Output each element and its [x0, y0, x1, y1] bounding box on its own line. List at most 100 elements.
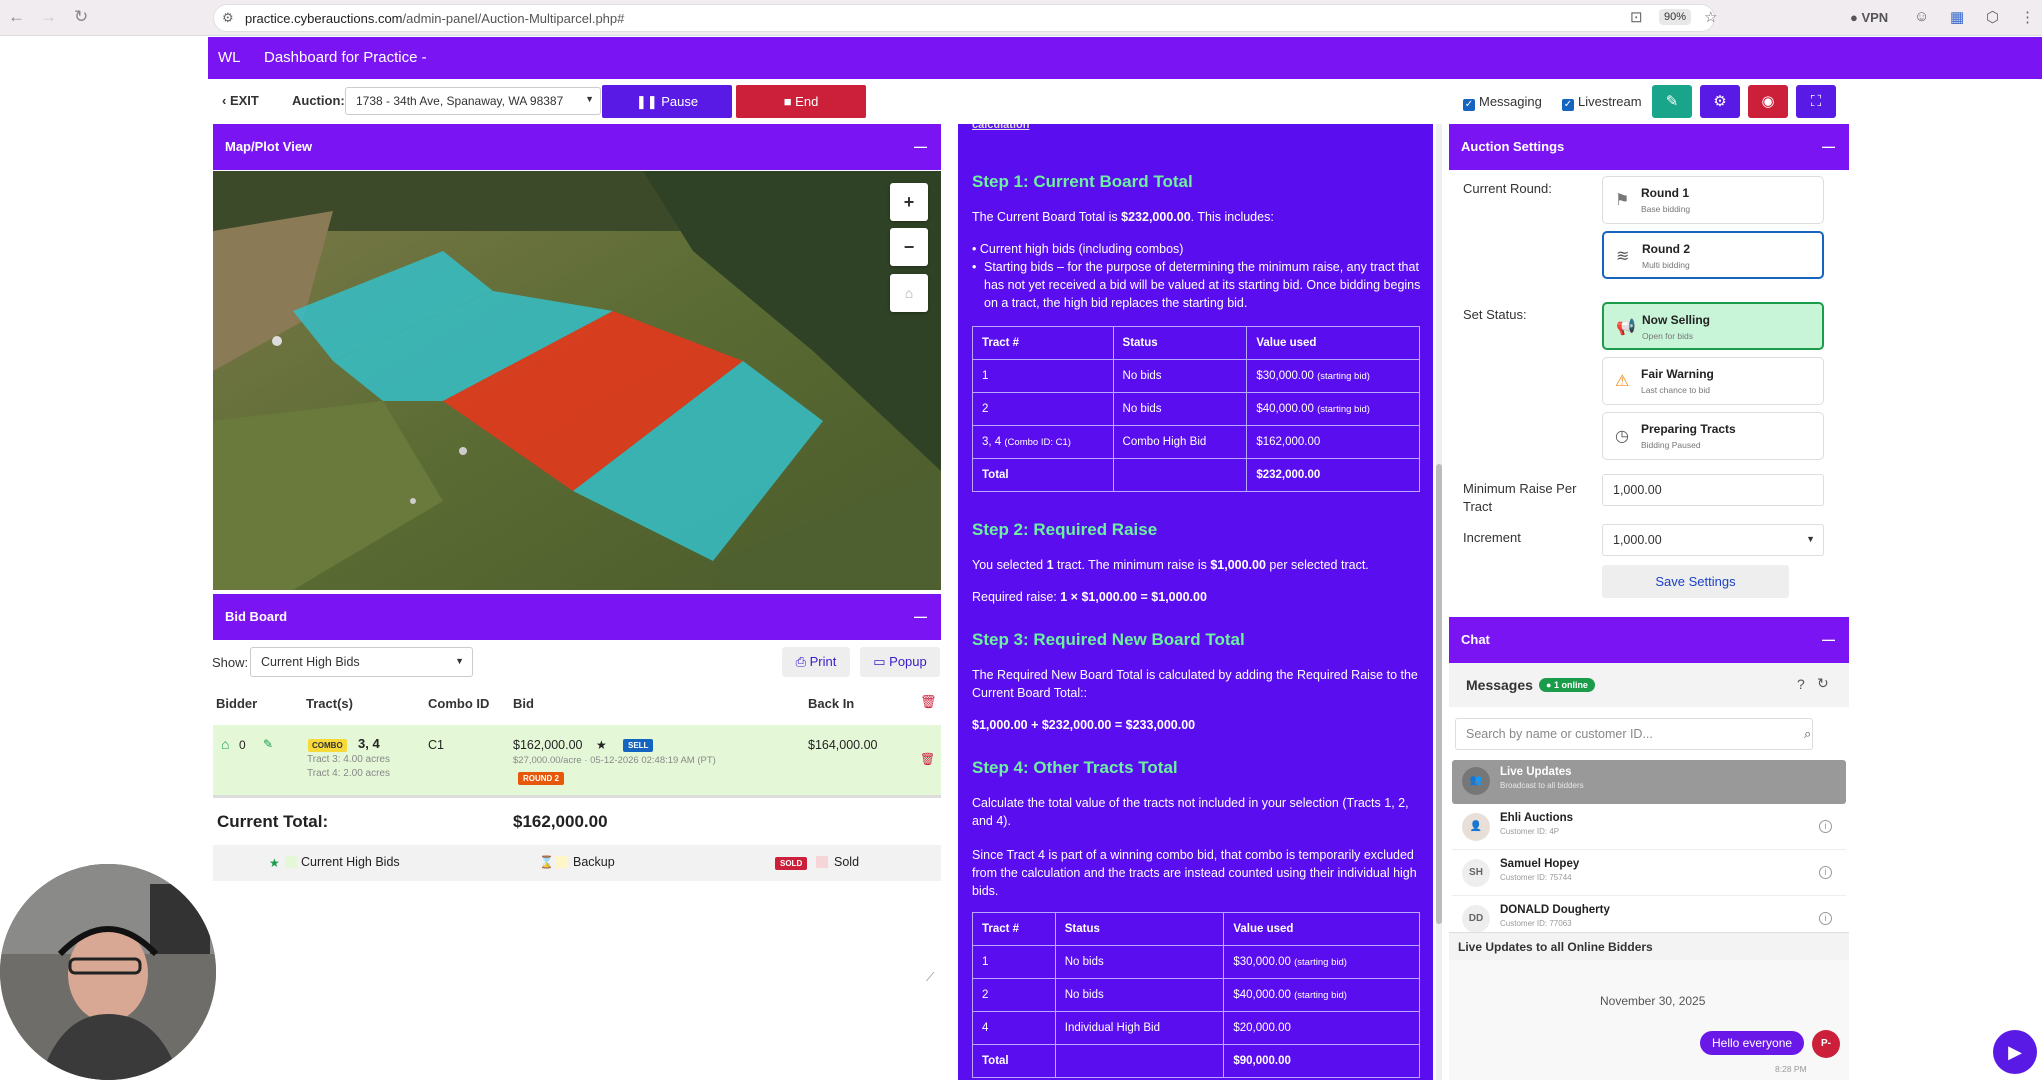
chat-search-input[interactable]: Search by name or customer ID... [1455, 718, 1813, 750]
bidboard-legend: ★ Current High Bids ⌛ Backup SOLD Sold [213, 845, 941, 881]
url-text: practice.cyberauctions.com/admin-panel/A… [245, 11, 624, 26]
list-item[interactable]: DD DONALD Dougherty Customer ID: 77063 i [1452, 898, 1846, 932]
bid-detail: $27,000.00/acre · 05-12-2026 02:48:19 AM… [513, 755, 716, 766]
help-icon[interactable]: ? [1797, 676, 1805, 692]
increment-value: 1,000.00 [1613, 533, 1662, 547]
collapse-icon[interactable]: — [1822, 124, 1835, 170]
gear-icon: ⚙ [1713, 93, 1727, 110]
resize-handle-icon[interactable]: ⟋ [926, 970, 934, 985]
collapse-icon[interactable]: — [914, 594, 927, 640]
t1-header-value: Value used [1246, 326, 1420, 360]
messaging-checkbox[interactable]: ✓ Messaging [1463, 94, 1542, 111]
table-row: 1 No bids $30,000.00 (starting bid) [972, 359, 1420, 393]
collapse-icon[interactable]: — [914, 124, 927, 170]
table-row: 1 No bids $30,000.00 (starting bid) [972, 945, 1420, 979]
cell: Combo High Bid [1112, 425, 1248, 459]
info-icon[interactable]: i [1819, 866, 1832, 879]
t2-total-value: $90,000.00 [1223, 1044, 1420, 1078]
cell: 4 [972, 1011, 1056, 1045]
edit-pencil-icon[interactable]: ✎ [263, 737, 273, 751]
t2-header-tract: Tract # [972, 912, 1056, 946]
site-info-icon[interactable]: ⚙ [222, 10, 234, 26]
settings-title: Auction Settings [1461, 139, 1565, 154]
chat-date: November 30, 2025 [1600, 994, 1706, 1008]
explanation-scrollbar[interactable] [1436, 124, 1442, 1080]
show-filter-select[interactable]: Current High Bids ▼ [250, 647, 473, 677]
now-selling-button[interactable]: 📢 Now Selling Open for bids [1602, 302, 1824, 350]
min-raise-input[interactable]: 1,000.00 [1602, 474, 1824, 506]
round1-label: Round 1 [1641, 186, 1689, 200]
delete-all-trash-icon[interactable]: 🗑 [920, 694, 937, 710]
print-button[interactable]: ⎙ Print [782, 647, 850, 677]
back-icon[interactable]: ← [8, 7, 25, 27]
round1-button[interactable]: ⚑ Round 1 Base bidding [1602, 176, 1824, 224]
table-row[interactable]: ⌂ 0 ✎ COMBO 3, 4 Tract 3: 4.00 acres Tra… [213, 725, 941, 798]
screenshot-icon[interactable]: ⊡ [1630, 8, 1643, 26]
livestream-checkbox[interactable]: ✓ Livestream [1562, 94, 1642, 111]
now-selling-label: Now Selling [1642, 313, 1711, 327]
zoom-badge[interactable]: 90% [1659, 9, 1692, 25]
forward-icon[interactable]: → [40, 7, 57, 27]
step4-text2: Since Tract 4 is part of a winning combo… [972, 848, 1417, 898]
video-camera-button[interactable]: ▶ [1993, 1030, 2037, 1074]
menu-icon[interactable]: ⋮ [2020, 8, 2035, 26]
brush-button[interactable]: ✎ [1652, 85, 1692, 118]
live-updates-row[interactable]: 👥 Live Updates Broadcast to all bidders [1452, 760, 1846, 804]
s2-e: per selected tract. [1265, 558, 1369, 572]
settings-button[interactable]: ⚙ [1700, 85, 1740, 118]
cell [1112, 458, 1248, 492]
info-icon[interactable]: i [1819, 820, 1832, 833]
increment-select[interactable]: 1,000.00 ▼ [1602, 524, 1824, 556]
fullscreen-button[interactable]: ⛶ [1796, 85, 1836, 118]
chat-user-sub: Customer ID: 77063 [1500, 919, 1572, 928]
save-settings-button[interactable]: Save Settings [1602, 565, 1789, 598]
step1-heading: Step 1: Current Board Total [972, 172, 1193, 191]
map-zoom-in-button[interactable]: + [890, 183, 928, 221]
map-view[interactable]: + − ⌂ [213, 171, 941, 590]
auction-select[interactable]: 1738 - 34th Ave, Spanaway, WA 98387 ▼ [345, 87, 601, 115]
map-home-button[interactable]: ⌂ [890, 274, 928, 312]
end-button[interactable]: ■ End [736, 85, 866, 118]
extensions-puzzle-icon[interactable]: ⬡ [1986, 8, 1999, 26]
list-item[interactable]: SH Samuel Hopey Customer ID: 75744 i [1452, 852, 1846, 896]
collapse-icon[interactable]: — [1822, 617, 1835, 663]
refresh-icon[interactable]: ↻ [1817, 675, 1829, 692]
sell-button[interactable]: SELL [623, 739, 654, 752]
sold-badge: SOLD [775, 857, 808, 870]
list-item[interactable]: 👤 Ehli Auctions Customer ID: 4P i [1452, 806, 1846, 850]
info-icon[interactable]: i [1819, 912, 1832, 925]
chevron-down-icon: ▼ [455, 656, 464, 666]
exit-button[interactable]: ‹ EXIT [222, 93, 259, 108]
map-panel-header: Map/Plot View — [213, 124, 941, 170]
search-icon[interactable]: ⌕ [1804, 726, 1811, 742]
reload-icon[interactable]: ↻ [74, 7, 88, 27]
step3-equation: $1,000.00 + $232,000.00 = $233,000.00 [972, 718, 1196, 732]
col-header-bid: Bid [513, 696, 534, 711]
preview-button[interactable]: ◉ [1748, 85, 1788, 118]
pause-button[interactable]: ❚❚ Pause [602, 85, 732, 118]
current-total-label: Current Total: [217, 812, 329, 831]
round2-button[interactable]: ≋ Round 2 Multi bidding [1602, 231, 1824, 279]
preparing-tracts-button[interactable]: ◷ Preparing Tracts Bidding Paused [1602, 412, 1824, 460]
popup-button[interactable]: ▭ Popup [860, 647, 940, 677]
vpn-indicator[interactable]: ● VPN [1850, 10, 1888, 25]
delete-trash-icon[interactable]: 🗑 [920, 752, 935, 766]
extension-icon[interactable]: ▦ [1950, 8, 1964, 26]
profile-icon[interactable]: ☺ [1914, 8, 1929, 25]
step2-text: You selected 1 tract. The minimum raise … [972, 556, 1422, 574]
warning-icon: ⚠ [1615, 373, 1630, 390]
cell: $20,000.00 [1223, 1011, 1420, 1045]
col-header-combo-id: Combo ID [428, 696, 490, 711]
legend-backup: Backup [573, 855, 615, 869]
bookmark-star-icon[interactable]: ☆ [1704, 8, 1717, 26]
cell: 3, 4 (Combo ID: C1) [972, 425, 1114, 459]
chat-timestamp: 8:28 PM [1775, 1064, 1807, 1074]
t2-header-value: Value used [1223, 912, 1420, 946]
cell: 1 [972, 359, 1114, 393]
messaging-label: Messaging [1479, 94, 1542, 109]
cell: 2 [972, 392, 1114, 426]
col-header-bidder: Bidder [216, 696, 258, 711]
map-zoom-out-button[interactable]: − [890, 228, 928, 266]
s2-a: You selected [972, 558, 1047, 572]
fair-warning-button[interactable]: ⚠ Fair Warning Last chance to bid [1602, 357, 1824, 405]
